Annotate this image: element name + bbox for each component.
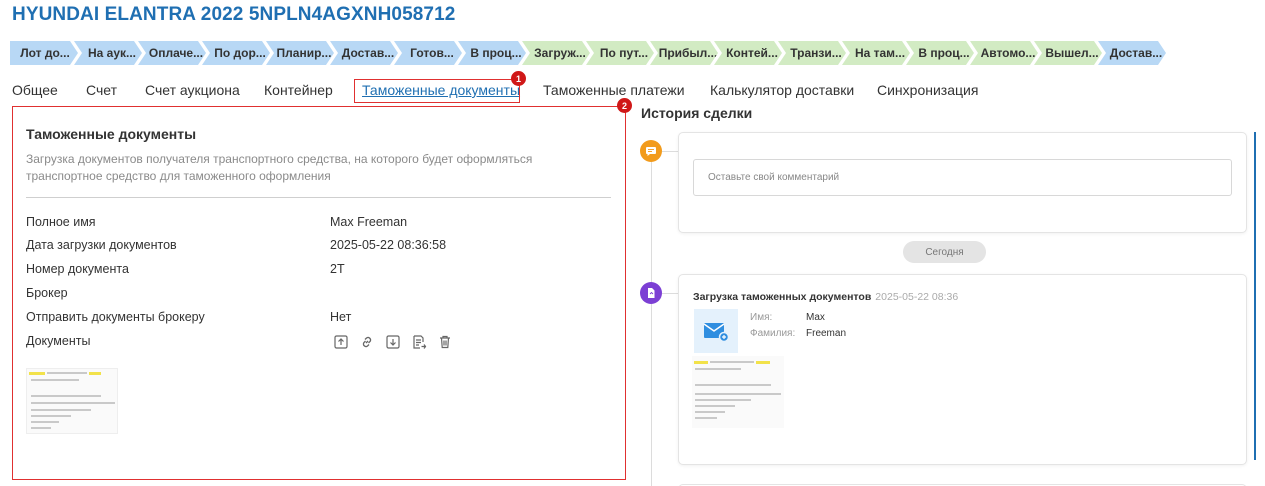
- history-title: История сделки: [641, 105, 753, 121]
- pipeline-stage[interactable]: Планир...: [266, 41, 334, 65]
- document-actions: [332, 333, 453, 350]
- link-icon[interactable]: [358, 333, 375, 350]
- pipeline-stage[interactable]: Достав...: [330, 41, 398, 65]
- today-divider: Сегодня: [903, 241, 986, 263]
- doc-number-value: 2T: [330, 262, 345, 276]
- annotation-badge-2: 2: [617, 98, 632, 113]
- scrollbar[interactable]: [1254, 132, 1256, 460]
- pipeline-stage[interactable]: Готов...: [394, 41, 462, 65]
- customs-docs-title: Таможенные документы: [26, 126, 197, 142]
- pipeline-stage[interactable]: На аук...: [74, 41, 142, 65]
- doc-number-label: Номер документа: [26, 262, 129, 276]
- full-name-value: Max Freeman: [330, 215, 408, 229]
- tab-general[interactable]: Общее: [12, 82, 58, 98]
- trash-icon[interactable]: [436, 333, 453, 350]
- upload-icon[interactable]: [332, 333, 349, 350]
- mail-icon: [694, 309, 738, 353]
- pipeline-stage[interactable]: В проц...: [906, 41, 974, 65]
- comment-input[interactable]: Оставьте свой комментарий: [693, 159, 1232, 196]
- send-to-broker-value: Нет: [330, 310, 352, 324]
- event-time: 2025-05-22 08:36: [875, 291, 959, 303]
- pipeline-stage[interactable]: Прибыл...: [650, 41, 718, 65]
- tab-customs-payments[interactable]: Таможенные платежи: [543, 82, 685, 98]
- upload-date-value: 2025-05-22 08:36:58: [330, 238, 447, 252]
- timeline-connector: [662, 151, 678, 152]
- tab-sync[interactable]: Синхронизация: [877, 82, 978, 98]
- timeline-line: [651, 150, 652, 486]
- tab-delivery-calculator[interactable]: Калькулятор доставки: [710, 82, 854, 98]
- pipeline-stage[interactable]: Оплаче...: [138, 41, 206, 65]
- event-first-name-label: Имя:: [750, 312, 773, 323]
- event-last-name-value: Freeman: [806, 328, 847, 339]
- send-to-broker-label: Отправить документы брокеру: [26, 310, 205, 324]
- event-last-name-label: Фамилия:: [750, 328, 796, 339]
- send-document-icon[interactable]: [410, 333, 427, 350]
- upload-date-label: Дата загрузки документов: [26, 238, 177, 252]
- pipeline-stages: Лот до... На аук... Оплаче... По дор... План…: [10, 41, 1162, 65]
- event-first-name-value: Max: [806, 312, 825, 323]
- customs-docs-description: Загрузка документов получателя транспорт…: [26, 152, 533, 183]
- document-icon: [640, 282, 662, 304]
- documents-label: Документы: [26, 334, 91, 348]
- pipeline-stage[interactable]: Лот до...: [10, 41, 78, 65]
- pipeline-stage[interactable]: Контей...: [714, 41, 782, 65]
- tab-container[interactable]: Контейнер: [264, 82, 333, 98]
- event-document-thumbnail[interactable]: [692, 356, 784, 428]
- pipeline-stage[interactable]: Вышел...: [1034, 41, 1102, 65]
- annotation-badge-1: 1: [511, 71, 526, 86]
- tab-invoice[interactable]: Счет: [86, 82, 117, 98]
- pipeline-stage[interactable]: По дор...: [202, 41, 270, 65]
- download-icon[interactable]: [384, 333, 401, 350]
- broker-label: Брокер: [26, 286, 68, 300]
- tab-auction-invoice[interactable]: Счет аукциона: [145, 82, 240, 98]
- pipeline-stage[interactable]: Автомо...: [970, 41, 1038, 65]
- event-title: Загрузка таможенных документов 2025-05-22…: [693, 291, 958, 303]
- document-thumbnail[interactable]: [26, 368, 118, 434]
- page-title: HYUNDAI ELANTRA 2022 5NPLN4AGXNH058712: [12, 4, 456, 25]
- divider: [26, 197, 611, 198]
- comment-icon: [640, 140, 662, 162]
- event-title-text: Загрузка таможенных документов: [693, 291, 872, 303]
- active-tab-highlight: [354, 79, 520, 103]
- pipeline-stage[interactable]: Достав...: [1098, 41, 1166, 65]
- pipeline-stage[interactable]: Загруж...: [522, 41, 590, 65]
- pipeline-stage[interactable]: На там...: [842, 41, 910, 65]
- pipeline-stage[interactable]: Транзи...: [778, 41, 846, 65]
- pipeline-stage[interactable]: В проц...: [458, 41, 526, 65]
- pipeline-stage[interactable]: По пут...: [586, 41, 654, 65]
- full-name-label: Полное имя: [26, 215, 96, 229]
- timeline-connector: [662, 293, 678, 294]
